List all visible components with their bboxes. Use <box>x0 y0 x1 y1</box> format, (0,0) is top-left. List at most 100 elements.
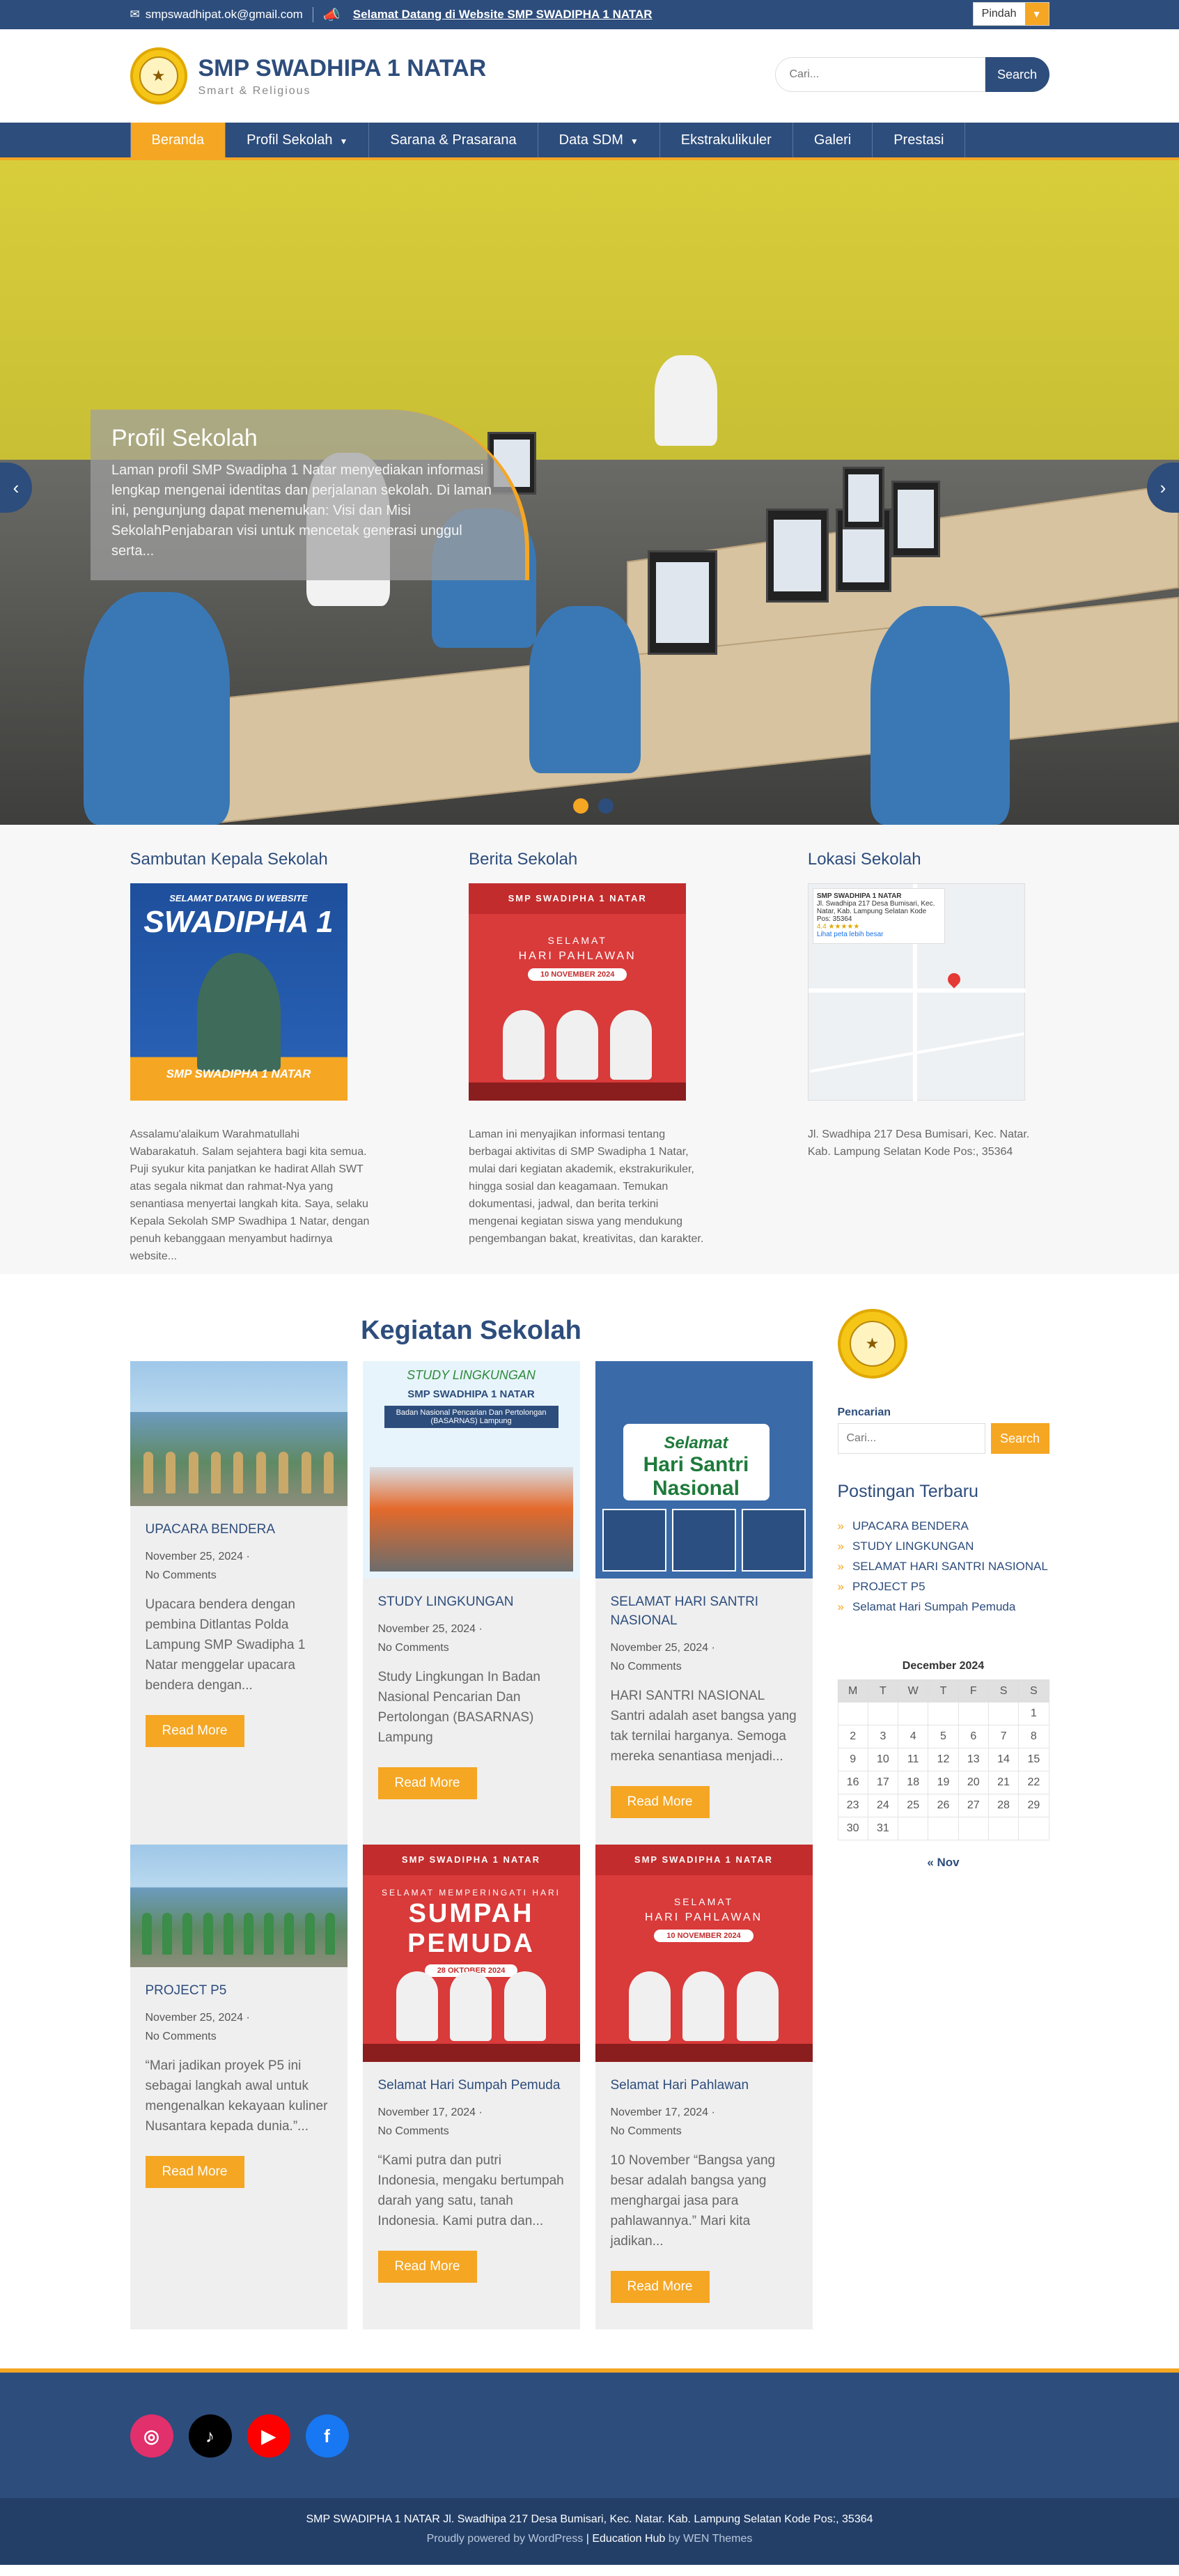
sidebar-search-input[interactable] <box>837 1423 985 1454</box>
language-switcher[interactable]: Pindah ▼ <box>972 2 1049 26</box>
read-more-button[interactable]: Read More <box>145 1715 244 1747</box>
post-meta: November 25, 2024 · No Comments <box>145 2012 250 2042</box>
facebook-icon[interactable]: f <box>305 2414 349 2458</box>
sambutan-poster[interactable]: SELAMAT DATANG DI WEBSITE SWADIPHA 1 SMP… <box>130 883 348 1101</box>
calendar-week: 1 <box>837 1702 1049 1725</box>
poster-footer <box>469 1083 687 1101</box>
recent-post-link[interactable]: Selamat Hari Sumpah Pemuda <box>838 1597 1049 1617</box>
nav-item-galeri[interactable]: Galeri <box>793 123 873 157</box>
poster-band: SMP SWADIPHA 1 NATAR <box>166 1067 311 1080</box>
post-comments[interactable]: No Comments <box>378 1642 449 1654</box>
map-link[interactable]: Lihat peta lebih besar <box>817 931 941 938</box>
slide-title[interactable]: Profil Sekolah <box>111 425 504 452</box>
post-comments[interactable]: No Comments <box>146 2031 217 2042</box>
instagram-icon[interactable]: ◎ <box>130 2414 173 2458</box>
post-title[interactable]: UPACARA BENDERA <box>146 1520 332 1539</box>
slide-photo-monitor <box>891 481 940 557</box>
post-date[interactable]: November 25, 2024 <box>611 1642 709 1654</box>
nav-item-beranda[interactable]: Beranda <box>130 123 226 157</box>
poster-headline: SUMPAH PEMUDA <box>407 1899 535 1958</box>
read-more-button[interactable]: Read More <box>145 2156 244 2188</box>
sambutan-text: Assalamu'alaikum Warahmatullahi Wabaraka… <box>130 1128 370 1262</box>
read-more-button[interactable]: Read More <box>610 1786 710 1818</box>
post-title[interactable]: STUDY LINGKUNGAN <box>378 1592 565 1611</box>
school-logo[interactable]: ★ <box>130 47 187 104</box>
tiktok-icon[interactable]: ♪ <box>188 2414 232 2458</box>
recent-posts-list: UPACARA BENDERA STUDY LINGKUNGAN SELAMAT… <box>838 1516 1049 1617</box>
sidebar-search: Search <box>837 1423 1049 1454</box>
post-date[interactable]: November 17, 2024 <box>378 2106 476 2118</box>
location-map[interactable]: SMP SWADHIPA 1 NATAR Jl. Swadhipa 217 De… <box>807 883 1026 1101</box>
map-road <box>808 988 1026 993</box>
slide-photo-student <box>870 606 1010 825</box>
calendar-day <box>987 1817 1020 1840</box>
berita-title[interactable]: Berita Sekolah <box>469 850 710 869</box>
slide-photo-monitor <box>648 550 717 655</box>
post-comments[interactable]: No Comments <box>611 1661 682 1673</box>
post-title[interactable]: Selamat Hari Sumpah Pemuda <box>378 2076 565 2095</box>
map-pin-icon[interactable] <box>945 970 963 988</box>
lokasi-title[interactable]: Lokasi Sekolah <box>808 850 1049 869</box>
post-comments[interactable]: No Comments <box>611 2125 682 2137</box>
nav-item-sarana-prasarana[interactable]: Sarana & Prasarana <box>369 123 538 157</box>
berita-poster[interactable]: SMP SWADIPHA 1 NATAR SELAMAT HARI PAHLAW… <box>469 883 687 1101</box>
post-comments[interactable]: No Comments <box>378 2125 449 2137</box>
slider-dot-active[interactable] <box>573 798 588 814</box>
calendar-day: 27 <box>958 1794 989 1817</box>
post-thumbnail[interactable] <box>130 1845 348 1967</box>
calendar-prev-link[interactable]: « Nov <box>838 1856 1049 1870</box>
post-title[interactable]: SELAMAT HARI SANTRI NASIONAL <box>611 1592 797 1630</box>
calendar-day: 11 <box>898 1748 929 1771</box>
post-card: PROJECT P5 November 25, 2024 · No Commen… <box>130 1845 348 2322</box>
email-contact[interactable]: ✉ smpswadhipat.ok@gmail.com <box>130 8 303 22</box>
read-more-button[interactable]: Read More <box>377 1767 477 1799</box>
post-date[interactable]: November 25, 2024 <box>146 2012 244 2024</box>
nav-item-data-sdm[interactable]: Data SDM ▼ <box>538 123 660 157</box>
nav-label: Ekstrakulikuler <box>680 132 772 148</box>
post-date[interactable]: November 25, 2024 <box>378 1623 476 1635</box>
language-label: Pindah <box>981 8 1017 20</box>
sambutan-column: Sambutan Kepala Sekolah SELAMAT DATANG D… <box>130 850 372 1265</box>
header-search-button[interactable]: Search <box>985 57 1049 92</box>
poster-date: 10 NOVEMBER 2024 <box>654 1930 754 1942</box>
post-comments[interactable]: No Comments <box>146 1569 217 1581</box>
header-search-input[interactable] <box>774 57 985 92</box>
post-thumbnail[interactable]: SMP SWADIPHA 1 NATAR SELAMAT MEMPERINGAT… <box>362 1845 580 2062</box>
nav-item-prestasi[interactable]: Prestasi <box>873 123 966 157</box>
read-more-button[interactable]: Read More <box>610 2271 710 2303</box>
post-thumbnail[interactable]: SMP SWADIPHA 1 NATAR SELAMAT HARI PAHLAW… <box>595 1845 813 2062</box>
post-title[interactable]: PROJECT P5 <box>146 1981 332 2000</box>
recent-post-link[interactable]: STUDY LINGKUNGAN <box>838 1536 1049 1556</box>
nav-label: Prestasi <box>893 132 944 148</box>
youtube-icon[interactable]: ▶ <box>247 2414 290 2458</box>
footer-theme-link[interactable]: Education Hub <box>592 2533 665 2545</box>
footer-powered-link[interactable]: Proudly powered by WordPress <box>427 2533 584 2545</box>
recent-post-link[interactable]: UPACARA BENDERA <box>838 1516 1049 1536</box>
post-date[interactable]: November 25, 2024 <box>146 1551 244 1562</box>
sidebar-logo: ★ <box>837 1309 907 1379</box>
post-thumbnail[interactable]: STUDY LINGKUNGAN SMP SWADHIPA 1 NATAR Ba… <box>362 1361 580 1578</box>
post-meta: November 25, 2024 · No Comments <box>145 1551 250 1581</box>
sambutan-title[interactable]: Sambutan Kepala Sekolah <box>130 850 372 869</box>
post-date[interactable]: November 17, 2024 <box>611 2106 709 2118</box>
calendar-day-header: T <box>867 1679 899 1702</box>
post-excerpt: HARI SANTRI NASIONAL Santri adalah aset … <box>610 1689 797 1764</box>
announcement-link[interactable]: Selamat Datang di Website SMP SWADIPHA 1… <box>353 8 653 22</box>
poster-people <box>391 1964 552 2041</box>
footer-author-link[interactable]: WEN Themes <box>683 2533 752 2545</box>
post-thumbnail[interactable] <box>130 1361 348 1506</box>
calendar-day: 24 <box>867 1794 899 1817</box>
sidebar-search-button[interactable]: Search <box>990 1423 1049 1454</box>
slider-dot[interactable] <box>598 798 614 814</box>
calendar-day <box>898 1702 929 1725</box>
read-more-button[interactable]: Read More <box>377 2251 477 2283</box>
nav-item-profil-sekolah[interactable]: Profil Sekolah ▼ <box>226 123 370 157</box>
site-title[interactable]: SMP SWADHIPA 1 NATAR <box>198 55 487 82</box>
recent-post-link[interactable]: PROJECT P5 <box>838 1576 1049 1597</box>
recent-post-link[interactable]: SELAMAT HARI SANTRI NASIONAL <box>838 1556 1049 1576</box>
calendar-week: 9 10 11 12 13 14 15 <box>837 1748 1049 1771</box>
slide-photo-monitor <box>843 467 884 529</box>
post-title[interactable]: Selamat Hari Pahlawan <box>611 2076 797 2095</box>
nav-item-ekstrakulikuler[interactable]: Ekstrakulikuler <box>660 123 793 157</box>
post-thumbnail[interactable]: Selamat Hari Santri Nasional <box>595 1361 813 1578</box>
